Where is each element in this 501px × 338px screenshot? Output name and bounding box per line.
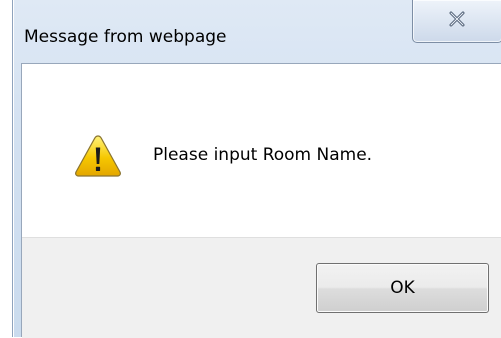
close-button[interactable] (412, 0, 501, 43)
message-region: Please input Room Name. (22, 64, 501, 237)
button-bar: OK (22, 237, 501, 338)
dialog-content: Please input Room Name. OK (21, 63, 501, 338)
warning-icon (75, 135, 121, 177)
dialog-title: Message from webpage (24, 27, 227, 47)
ok-button[interactable]: OK (316, 263, 489, 313)
close-icon (449, 11, 465, 27)
message-text: Please input Room Name. (153, 145, 373, 165)
